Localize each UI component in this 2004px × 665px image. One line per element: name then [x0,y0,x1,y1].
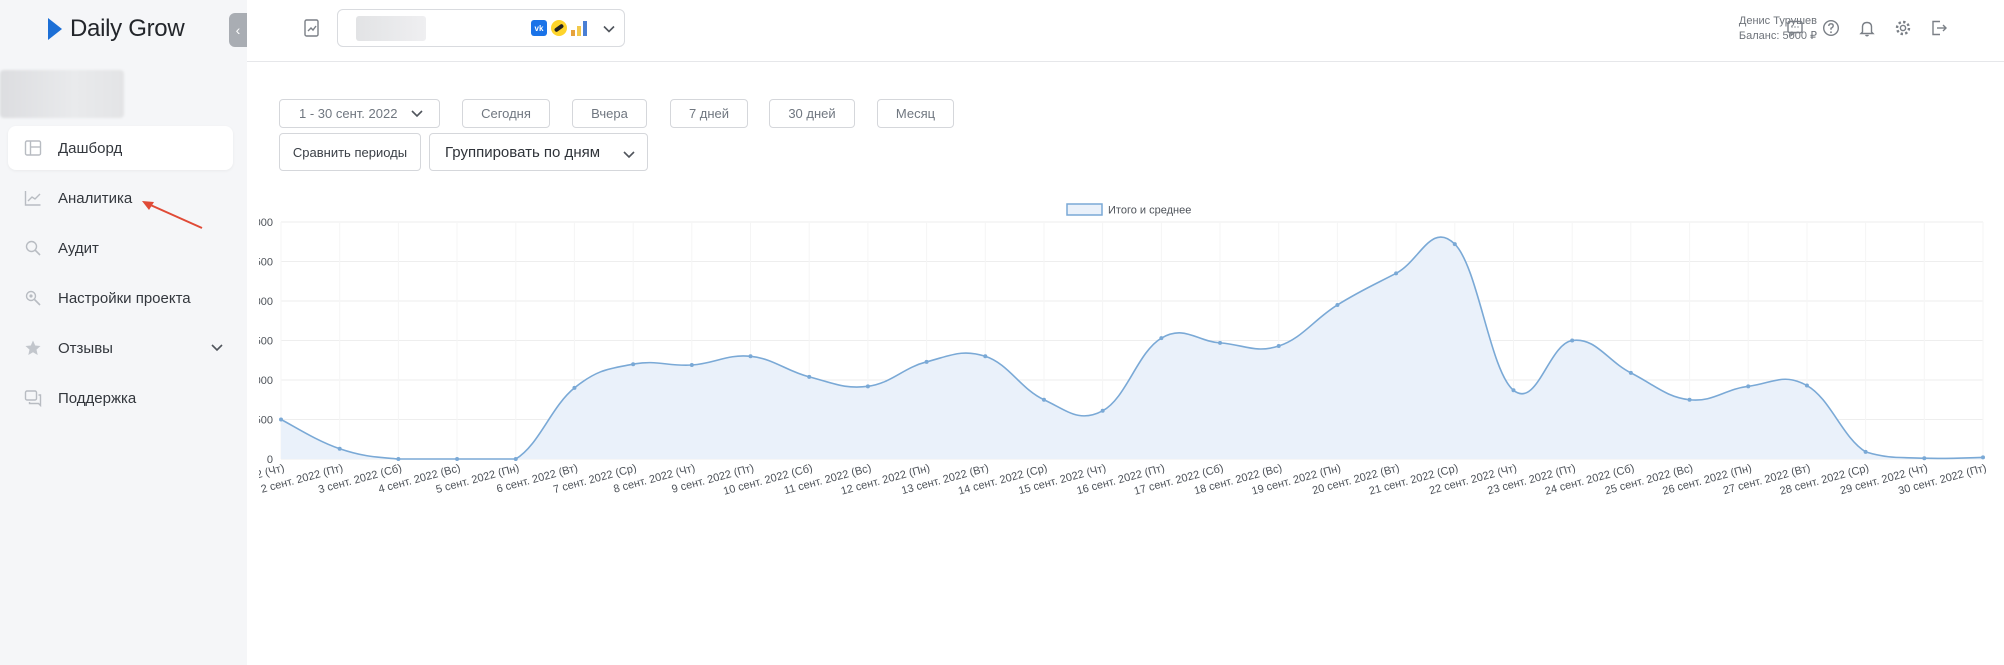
data-point [1863,449,1868,454]
sidebar-item-label: Поддержка [58,389,137,407]
analytics-chart: 05001 0001 5002 0002 5003 000 1 сент. 20… [259,196,2004,665]
data-point [1218,340,1223,345]
7-days-button[interactable]: 7 дней [670,99,748,128]
today-button[interactable]: Сегодня [462,99,550,128]
sidebar-item-label: Дашборд [58,139,123,157]
analytics-chart-svg: 05001 0001 5002 0002 5003 000 1 сент. 20… [259,203,1988,498]
logo-text: Daily Grow [70,15,185,42]
date-range-label: 1 - 30 сент. 2022 [299,106,398,121]
data-point [1628,370,1633,375]
chevron-left-icon: ‹ [235,22,241,38]
message-icon[interactable] [1785,18,1805,38]
chevron-down-icon [603,22,615,40]
sidebar: Daily Grow ‹ Дашборд Аналитика Аудит Нас… [0,0,247,665]
data-point [983,354,988,359]
y-tick-label: 1 500 [259,336,273,348]
yesterday-button[interactable]: Вчера [572,99,647,128]
sidebar-item-reviews[interactable]: Отзывы [8,326,233,370]
data-point [748,354,753,359]
data-point [279,417,283,422]
data-point [1570,338,1575,343]
logo-mark-icon [48,18,62,40]
sidebar-item-dashboard[interactable]: Дашборд [8,126,233,170]
data-point [513,457,518,461]
chart-x-ticks: 1 сент. 2022 (Чт)2 сент. 2022 (Пт)3 сент… [259,462,1988,497]
top-header: vk Денис Турушев Баланс: 5000 ₽ [247,0,2004,62]
legend-label: Итого и среднее [1108,205,1191,217]
data-point [689,362,694,367]
sidebar-item-audit[interactable]: Аудит [8,226,233,270]
chevron-down-icon [411,106,423,121]
sidebar-item-label: Настройки проекта [58,289,191,307]
area-fill [281,236,1983,459]
data-point [1452,242,1457,247]
sidebar-item-project-settings[interactable]: Настройки проекта [8,276,233,320]
chart-legend[interactable]: Итого и среднее [1066,203,1191,217]
date-range-picker[interactable]: 1 - 30 сент. 2022 [279,99,440,128]
data-point [1041,397,1046,402]
logout-icon[interactable] [1929,18,1949,38]
data-point [337,446,342,451]
report-icon[interactable] [302,18,322,38]
collapse-sidebar-button[interactable]: ‹ [229,13,247,47]
dashboard-icon [24,139,42,157]
data-point [572,385,577,390]
group-by-label: Группировать по дням [445,143,601,161]
y-tick-label: 500 [259,415,273,427]
project-name-blurred [0,70,124,118]
settings-search-icon [24,289,42,307]
data-point [1394,271,1399,276]
data-point [1100,408,1105,413]
data-point [1159,336,1164,341]
star-icon [24,339,42,357]
header-icons [1785,18,1949,38]
project-select-blurred [356,16,426,41]
data-point [455,457,460,461]
data-point [1511,388,1516,393]
data-point [1804,383,1809,388]
y-tick-label: 1 000 [259,375,273,387]
sidebar-item-label: Аналитика [58,189,133,207]
data-point [807,374,812,379]
chart-y-ticks: 05001 0001 5002 0002 5003 000 [259,217,273,466]
chart-line-icon [24,189,42,207]
y-tick-label: 2 000 [259,296,273,308]
sidebar-nav: Дашборд Аналитика Аудит Настройки проект… [8,126,233,426]
data-point [924,359,929,364]
data-point [1335,302,1340,307]
bell-icon[interactable] [1857,18,1877,38]
chart-area [280,236,1984,460]
sidebar-item-support[interactable]: Поддержка [8,376,233,420]
logo[interactable]: Daily Grow [48,14,185,44]
annotation-arrow-icon [142,201,203,229]
legend-swatch [1066,203,1103,216]
search-icon [24,239,42,257]
compare-periods-button[interactable]: Сравнить периоды [279,133,421,171]
data-point [1922,456,1927,461]
data-point [1276,344,1281,349]
help-icon[interactable] [1821,18,1841,38]
analytics-icon [571,20,587,36]
project-select[interactable]: vk [337,9,625,47]
30-days-button[interactable]: 30 дней [769,99,855,128]
sidebar-item-label: Отзывы [58,339,113,357]
data-point [396,457,401,461]
data-point [865,384,870,389]
source-icons: vk [531,20,587,36]
y-tick-label: 2 500 [259,257,273,269]
chevron-down-icon [623,146,635,163]
data-point [1746,384,1751,389]
y-tick-label: 3 000 [259,217,273,229]
yandex-icon [551,20,567,36]
month-button[interactable]: Месяц [877,99,954,128]
chevron-down-icon[interactable] [211,339,223,357]
gear-icon[interactable] [1893,18,1913,38]
data-point [1687,397,1692,402]
group-by-select[interactable]: Группировать по дням [429,133,648,171]
chat-icon [24,389,42,407]
vk-icon: vk [531,20,547,36]
data-point [1981,455,1985,460]
sidebar-item-label: Аудит [58,239,99,257]
data-point [631,362,636,367]
